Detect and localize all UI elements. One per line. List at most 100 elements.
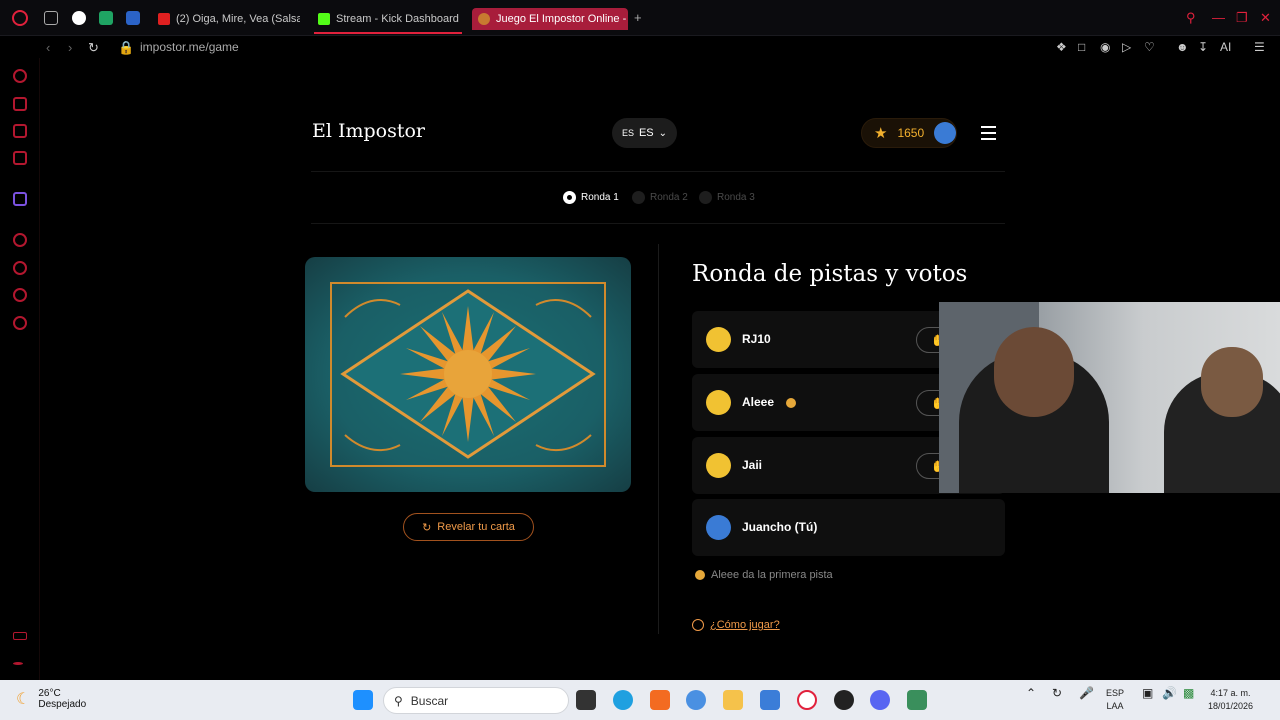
weather-temp: 26°C (38, 688, 61, 699)
tab-label: Juego El Impostor Online - (496, 13, 627, 25)
pin-icon[interactable]: ❖ (1056, 40, 1067, 54)
gx-icon[interactable] (13, 632, 27, 640)
play-icon[interactable]: ▷ (1122, 40, 1131, 54)
taskbar-search[interactable]: ⚲ Buscar (383, 687, 569, 714)
windows-taskbar: ☾ 26°C Despejado ⚲ Buscar ⌃ ↻ 🎤 ESP LAA … (0, 680, 1280, 720)
discord-icon[interactable] (870, 690, 890, 710)
settings-icon[interactable] (13, 316, 27, 330)
edge-icon[interactable] (613, 690, 633, 710)
player-avatar (706, 453, 731, 478)
star-icon: ★ (874, 125, 888, 142)
player-card[interactable] (305, 257, 631, 492)
messenger-icon[interactable] (13, 151, 27, 165)
sync-icon[interactable]: ↻ (1052, 687, 1062, 700)
file-explorer-icon[interactable] (723, 690, 743, 710)
back-icon[interactable]: ‹ (46, 40, 50, 55)
twitch-icon[interactable] (13, 192, 27, 206)
opera-taskbar-icon[interactable] (797, 690, 817, 710)
tab-label: Stream - Kick Dashboard (336, 13, 459, 25)
shield-icon[interactable]: ◉ (1100, 40, 1110, 54)
opera-logo-icon[interactable] (12, 10, 28, 26)
search-icon: ⚲ (394, 693, 403, 708)
clue-hint: Aleee da la primera pista (695, 569, 833, 581)
clock[interactable]: 4:17 a. m. 18/01/2026 (1208, 687, 1253, 713)
ai-button[interactable]: AI (1220, 40, 1231, 54)
windows-start-icon[interactable] (353, 690, 373, 710)
sun-icon (695, 570, 705, 580)
account-icon[interactable]: ☻ (1176, 40, 1189, 54)
task-view-icon[interactable] (576, 690, 596, 710)
calendar-icon[interactable] (126, 11, 140, 25)
tab-label: (2) Oiga, Mire, Vea (Salsa) (176, 13, 300, 25)
score-badge[interactable]: ★ 1650 (861, 118, 957, 148)
minimize-icon[interactable]: — (1212, 10, 1225, 25)
tools-icon[interactable] (13, 124, 27, 138)
easy-setup-icon[interactable]: ☰ (1254, 40, 1265, 54)
download-icon[interactable]: ↧ (1198, 40, 1208, 54)
how-to-play-label: ¿Cómo jugar? (710, 619, 780, 631)
round-2-indicator: Ronda 2 (632, 191, 688, 204)
heart-icon[interactable]: ♡ (1144, 40, 1155, 54)
snapshot-icon[interactable]: □ (1078, 40, 1085, 54)
brave-icon[interactable] (650, 690, 670, 710)
lang-top: ESP (1106, 688, 1125, 698)
tab-impostor[interactable]: Juego El Impostor Online - (472, 8, 628, 30)
reveal-card-button[interactable]: ↻ Revelar tu carta (403, 513, 534, 541)
mic-icon[interactable]: 🎤 (1079, 687, 1094, 700)
notepad-icon[interactable] (907, 690, 927, 710)
aria-icon[interactable] (13, 69, 27, 83)
new-tab-button[interactable]: + (634, 10, 642, 25)
player-row-self: Juancho (Tú) (692, 499, 1005, 556)
player-avatar (706, 327, 731, 352)
tray-chevron-icon[interactable]: ⌃ (1026, 687, 1036, 700)
webcam-overlay (939, 302, 1280, 493)
player-name: Jaii (742, 458, 763, 472)
url-field[interactable]: impostor.me/game (140, 40, 239, 54)
round-active-dot-icon (563, 191, 576, 204)
copilot-icon[interactable] (686, 690, 706, 710)
language-selector[interactable]: ES ES ⌄ (612, 118, 677, 148)
round-label: Ronda 1 (581, 192, 619, 203)
player-icon[interactable] (13, 233, 27, 247)
player-avatar (706, 390, 731, 415)
pinned-tab-icon[interactable] (72, 11, 86, 25)
shopping-icon[interactable] (13, 97, 27, 111)
search-tabs-icon[interactable]: ⚲ (1186, 10, 1196, 26)
round-label: Ronda 2 (650, 192, 688, 203)
browser-tab-bar: (2) Oiga, Mire, Vea (Salsa) Stream - Kic… (0, 0, 1280, 36)
hamburger-menu-icon[interactable] (981, 126, 996, 144)
tab-youtube[interactable]: (2) Oiga, Mire, Vea (Salsa) (152, 8, 300, 30)
network-icon[interactable]: ▣ (1142, 687, 1153, 700)
forward-icon[interactable]: › (68, 40, 72, 55)
vpn-icon[interactable] (760, 690, 780, 710)
player-name: RJ10 (742, 332, 771, 346)
how-to-play-link[interactable]: ¿Cómo jugar? (692, 619, 780, 631)
weather-desc: Despejado (38, 699, 87, 710)
language-indicator[interactable]: ESP LAA (1106, 687, 1124, 713)
moon-icon: ☾ (16, 691, 31, 708)
clue-hint-text: Aleee da la primera pista (711, 569, 833, 581)
obs-icon[interactable] (834, 690, 854, 710)
extensions-icon[interactable] (13, 288, 27, 302)
reload-icon[interactable]: ↻ (88, 40, 99, 56)
chevron-down-icon: ⌄ (658, 127, 668, 139)
volume-icon[interactable]: 🔊 (1162, 687, 1177, 700)
browser-sidebar (0, 58, 40, 680)
close-icon[interactable]: ✕ (1260, 10, 1271, 26)
sheets-icon[interactable] (99, 11, 113, 25)
site-logo[interactable]: El Impostor (312, 120, 425, 142)
column-divider (658, 244, 659, 634)
header-divider (311, 171, 1005, 172)
restore-icon[interactable]: ❐ (1236, 10, 1248, 26)
address-bar: ‹ › ↻ 🔒 impostor.me/game ❖ □ ◉ ▷ ♡ ☻ ↧ A… (0, 36, 1280, 58)
round-1-indicator: Ronda 1 (563, 191, 619, 204)
score-value: 1650 (897, 126, 925, 140)
workspaces-icon[interactable] (44, 11, 58, 25)
weather-widget[interactable]: ☾ 26°C Despejado (16, 688, 86, 710)
card-back-sun-icon (330, 282, 606, 467)
battery-icon[interactable]: ▩ (1183, 687, 1194, 700)
history-icon[interactable] (13, 261, 27, 275)
kick-icon (318, 13, 330, 25)
tab-kick[interactable]: Stream - Kick Dashboard (312, 8, 462, 30)
more-icon[interactable] (13, 662, 23, 665)
